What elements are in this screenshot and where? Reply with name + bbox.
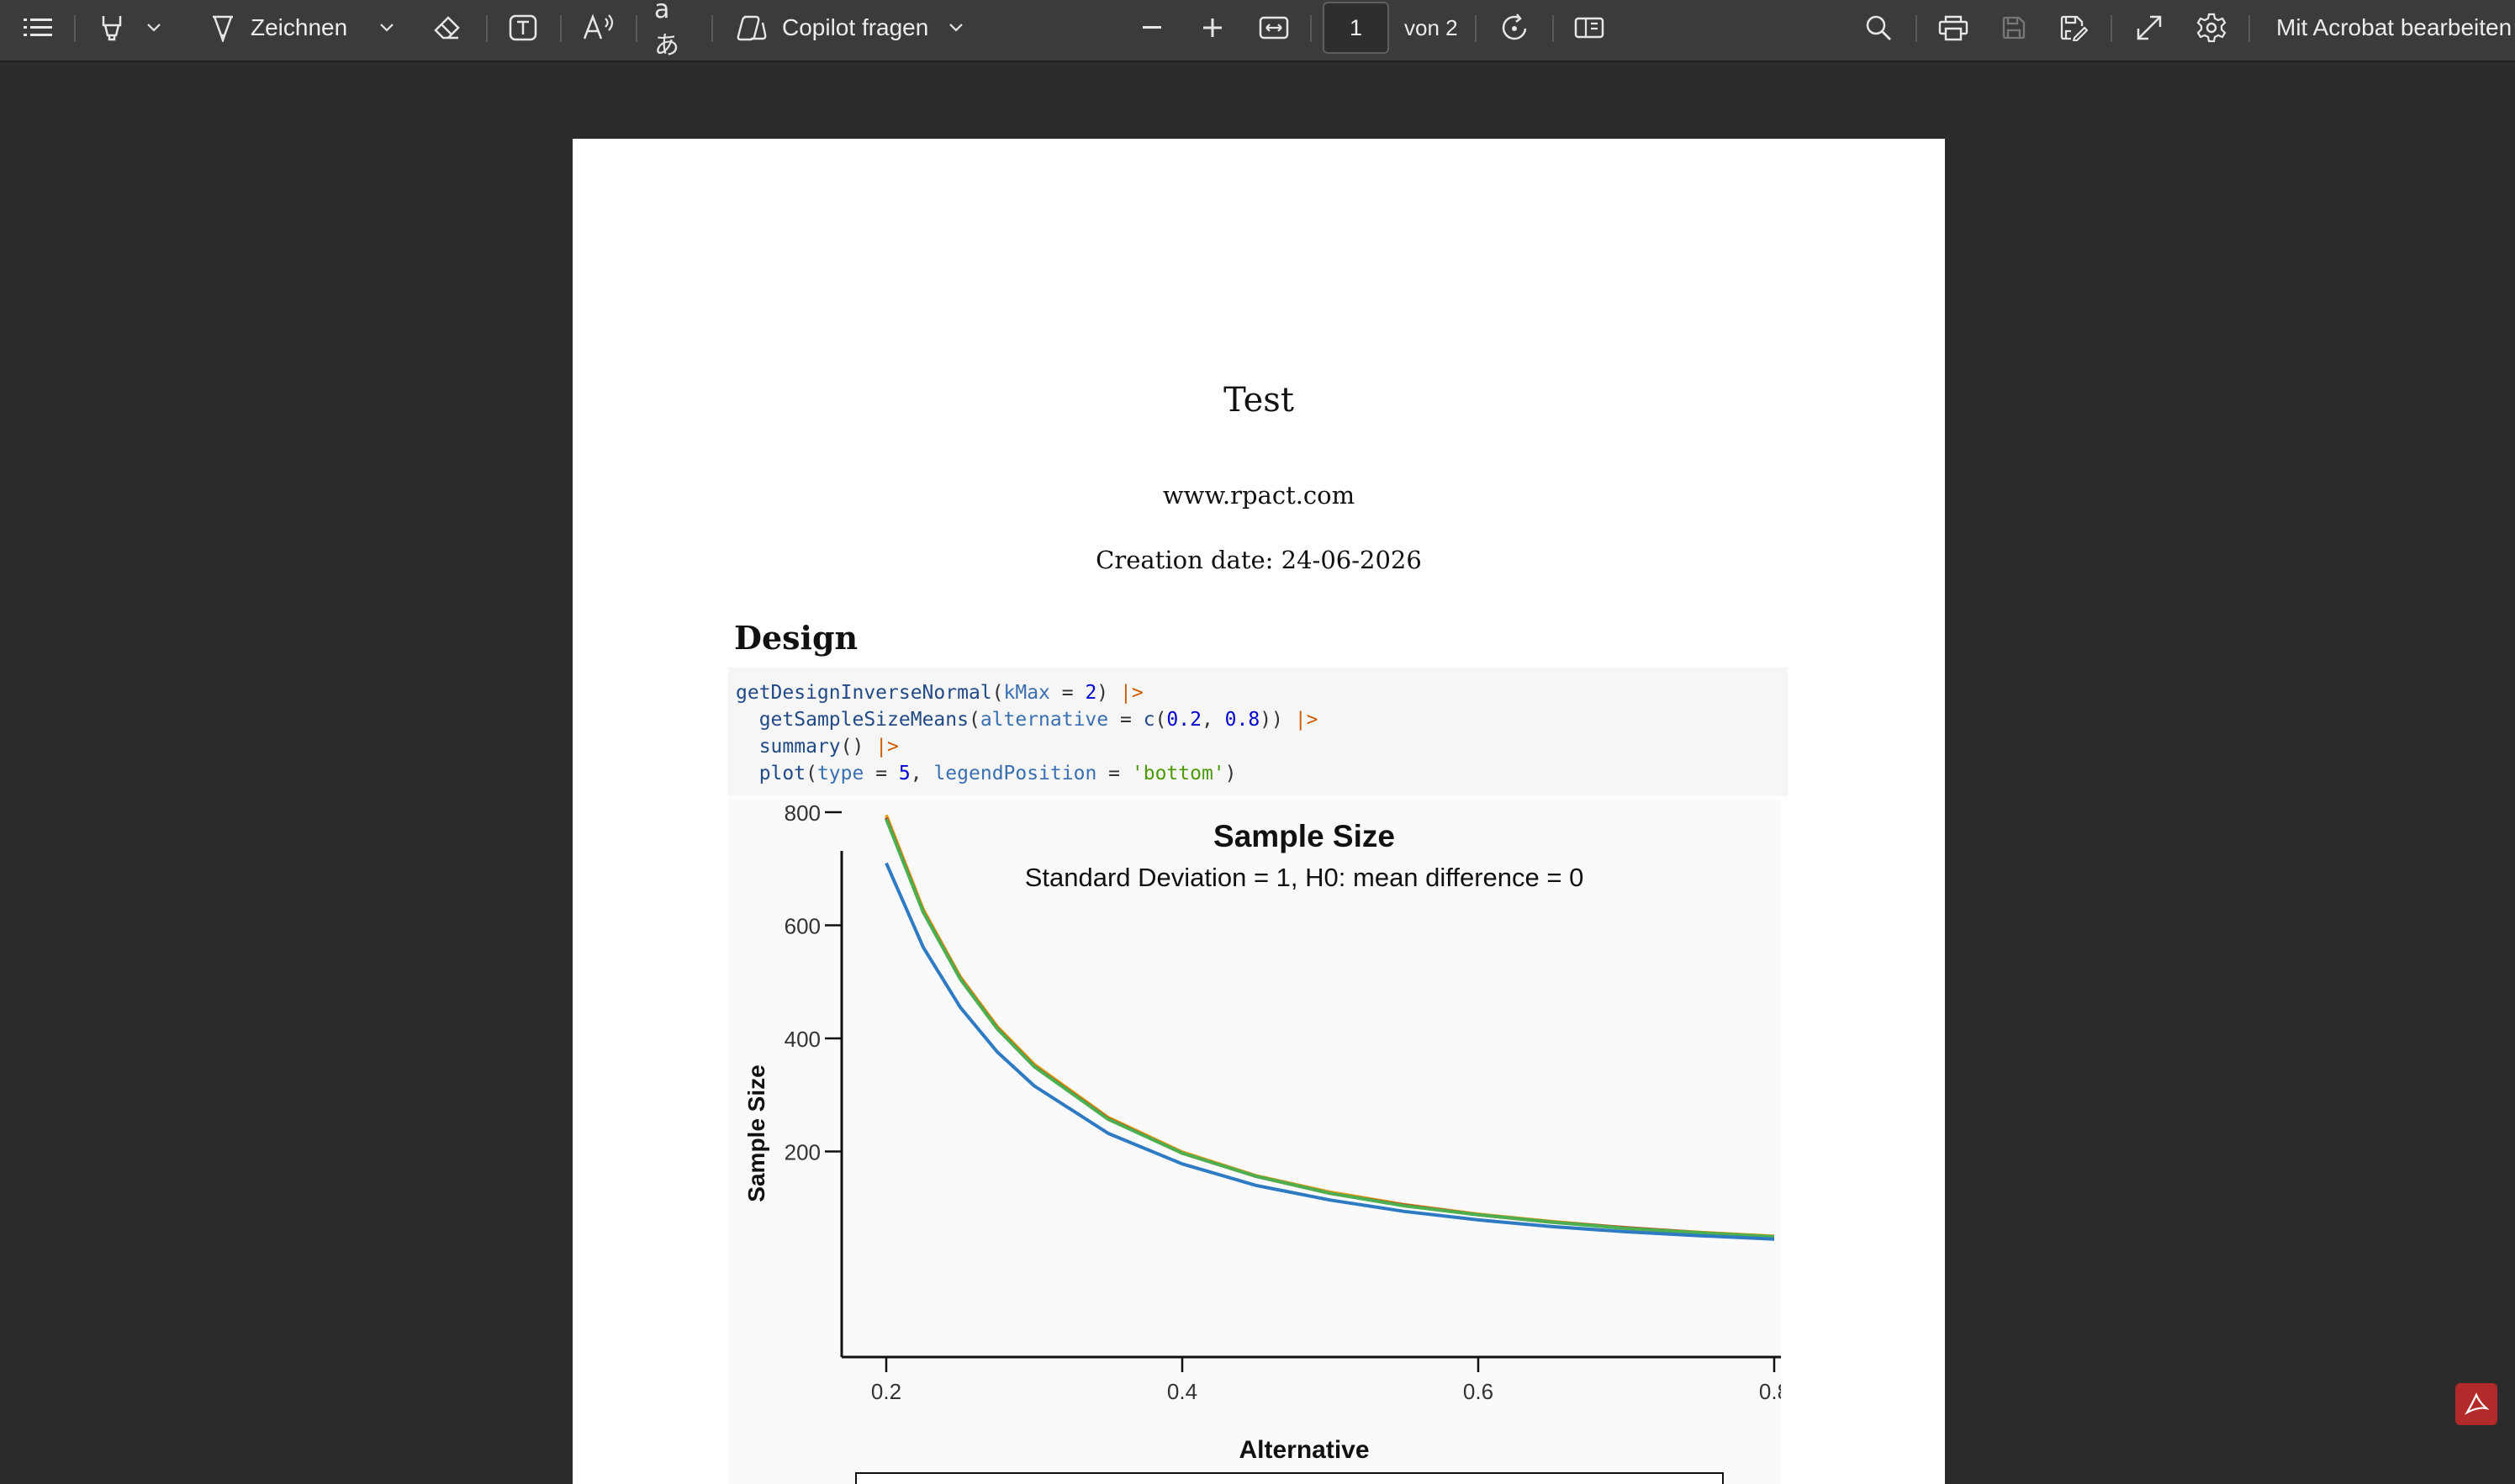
chevron-down-icon[interactable] xyxy=(374,0,399,55)
x-tick-label: 0.8 xyxy=(1759,1379,1781,1404)
chart-svg: Sample Size Standard Deviation = 1, H0: … xyxy=(743,800,1800,1484)
zoom-in-icon[interactable] xyxy=(1196,0,1229,55)
two-page-icon[interactable] xyxy=(1571,0,1608,55)
code-fn: summary xyxy=(758,736,841,758)
y-tick-label: 400 xyxy=(785,1027,821,1052)
section-heading: Design xyxy=(734,619,859,657)
y-tick-label: 800 xyxy=(785,800,821,826)
acrobat-edit-label: Mit Acrobat bearbeiten xyxy=(2276,14,2512,40)
y-axis-label: Sample Size xyxy=(743,1064,769,1201)
save-as-icon[interactable] xyxy=(2055,0,2092,55)
x-axis-label: Alternative xyxy=(1239,1436,1369,1464)
code-fn: c xyxy=(1143,709,1155,731)
sample-size-plot: Sample Size Standard Deviation = 1, H0: … xyxy=(728,799,1800,1484)
code-pipe: |> xyxy=(1294,709,1318,731)
x-tick-label: 0.2 xyxy=(871,1379,901,1404)
save-icon[interactable] xyxy=(1995,0,2032,55)
chevron-down-icon[interactable] xyxy=(141,0,166,55)
x-tick-label: 0.4 xyxy=(1167,1379,1197,1404)
code-op: = xyxy=(1108,709,1144,731)
code-op: = xyxy=(1049,682,1086,704)
separator xyxy=(1310,15,1312,42)
separator xyxy=(1552,15,1554,42)
text-box-icon[interactable] xyxy=(505,0,542,55)
code-number: 2 xyxy=(1085,682,1097,704)
code-fn: plot xyxy=(758,763,806,784)
read-aloud-icon[interactable] xyxy=(579,0,619,55)
pdf-page: Test www.rpact.com Creation date: 24-06-… xyxy=(573,139,1945,1484)
chart-title: Sample Size xyxy=(1213,819,1395,853)
copilot-button[interactable]: Copilot fragen xyxy=(782,0,928,55)
code-arg: alternative xyxy=(980,709,1109,731)
separator xyxy=(2111,15,2112,42)
document-viewer[interactable]: Test www.rpact.com Creation date: 24-06-… xyxy=(0,64,2515,1484)
document-website: www.rpact.com xyxy=(1162,481,1355,510)
legend-box xyxy=(855,1472,1724,1484)
code-number: 0.2 xyxy=(1166,709,1202,731)
separator xyxy=(560,15,562,42)
document-creation-date: Creation date: 24-06-2026 xyxy=(1096,546,1422,574)
code-fn: getDesignInverseNormal xyxy=(736,682,992,704)
y-tick-label: 600 xyxy=(785,914,821,939)
document-title: Test xyxy=(1223,381,1294,420)
search-icon[interactable] xyxy=(1860,0,1897,55)
code-arg: legendPosition xyxy=(933,763,1097,784)
draw-button[interactable]: Zeichnen xyxy=(251,0,347,55)
list-icon[interactable] xyxy=(17,0,59,55)
code-arg: kMax xyxy=(1003,682,1050,704)
code-block: getDesignInverseNormal(kMax = 2) |> getS… xyxy=(728,668,1788,796)
acrobat-edit-button[interactable]: Mit Acrobat bearbeiten xyxy=(2276,0,2512,55)
separator xyxy=(74,15,76,42)
code-fn: getSampleSizeMeans xyxy=(758,709,969,731)
acrobat-icon[interactable] xyxy=(2455,1383,2497,1425)
y-tick-label: 200 xyxy=(785,1140,821,1165)
separator xyxy=(486,15,488,42)
chart-subtitle: Standard Deviation = 1, H0: mean differe… xyxy=(1025,863,1584,892)
page-number-input[interactable]: 1 xyxy=(1323,2,1389,54)
print-icon[interactable] xyxy=(1934,0,1973,55)
separator xyxy=(636,15,637,42)
code-pipe: |> xyxy=(875,736,899,758)
separator xyxy=(1915,15,1917,42)
x-tick-label: 0.6 xyxy=(1463,1379,1493,1404)
chevron-down-icon[interactable] xyxy=(943,0,969,55)
code-arg: type xyxy=(816,763,864,784)
rotate-icon[interactable] xyxy=(1497,0,1534,55)
fit-width-icon[interactable] xyxy=(1255,0,1293,55)
highlighter-icon[interactable] xyxy=(92,0,131,55)
copilot-label: Copilot fragen xyxy=(782,14,929,40)
separator xyxy=(2248,15,2250,42)
code-number: 5 xyxy=(898,763,911,784)
page-total-label: von 2 xyxy=(1404,14,1458,40)
copilot-icon[interactable] xyxy=(733,0,770,55)
toolbar: Zeichnen aあ Copilot fragen 1 von 2 Mit A… xyxy=(0,0,2515,62)
fullscreen-icon[interactable] xyxy=(2131,0,2168,55)
code-pipe: |> xyxy=(1120,682,1144,704)
settings-icon[interactable] xyxy=(2193,0,2230,55)
code-number: 0.8 xyxy=(1224,709,1260,731)
translate-icon[interactable]: aあ xyxy=(654,0,695,61)
separator xyxy=(1475,15,1477,42)
separator xyxy=(711,15,713,42)
eraser-icon[interactable] xyxy=(429,0,466,55)
zoom-out-icon[interactable] xyxy=(1135,0,1169,55)
page-total: von 2 xyxy=(1404,0,1458,55)
draw-label: Zeichnen xyxy=(251,14,348,40)
pen-icon[interactable] xyxy=(206,0,240,55)
code-string: 'bottom' xyxy=(1131,763,1225,784)
